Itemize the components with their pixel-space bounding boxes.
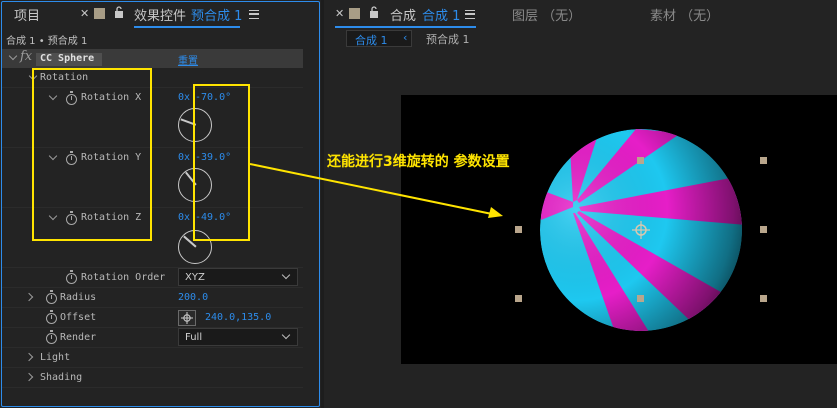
render-select[interactable]: Full	[178, 328, 298, 346]
fx-icon[interactable]: fx	[20, 49, 32, 64]
active-tab-underline	[134, 26, 240, 28]
transform-handle-top[interactable]	[637, 157, 644, 164]
divider	[2, 387, 303, 388]
transform-handle-bottom-left[interactable]	[515, 295, 522, 302]
close-icon[interactable]: ✕	[80, 7, 89, 20]
tab-footage[interactable]: 素材 （无）	[650, 5, 719, 24]
light-label: Light	[40, 352, 71, 363]
chevron-right-icon[interactable]	[24, 372, 34, 382]
transform-handle-top-right[interactable]	[760, 157, 767, 164]
light-group-row[interactable]: Light	[2, 348, 303, 368]
render-label: Render	[60, 332, 97, 343]
tab-composition[interactable]: 合成	[390, 5, 416, 24]
stopwatch-icon[interactable]	[46, 290, 57, 304]
transform-handle-left[interactable]	[515, 226, 522, 233]
panel-menu-icon[interactable]	[465, 10, 475, 19]
chevron-right-icon[interactable]	[24, 292, 34, 302]
annotation-text: 还能进行3维旋转的 参数设置	[327, 154, 510, 170]
transform-handle-right[interactable]	[760, 226, 767, 233]
chevron-right-icon[interactable]	[24, 352, 34, 362]
tab-project[interactable]: 项目	[14, 5, 40, 24]
rotation-x-revolutions[interactable]: 0x	[178, 92, 190, 103]
lock-icon[interactable]	[369, 6, 379, 18]
rotation-z-revolutions[interactable]: 0x	[178, 212, 190, 223]
rotation-order-label: Rotation Order	[81, 272, 166, 283]
effect-controls-panel: 项目 ✕ 效果控件 预合成 1 合成 1 • 预合成 1 fx CC Spher…	[0, 0, 321, 408]
composition-viewer[interactable]	[401, 95, 837, 364]
tab-effect-controls-layer[interactable]: 预合成 1	[191, 5, 242, 24]
close-icon[interactable]: ✕	[335, 7, 344, 20]
radius-value[interactable]: 200.0	[178, 292, 208, 303]
chevron-left-icon: ‹	[403, 31, 408, 44]
rotation-order-value: XYZ	[185, 272, 205, 283]
chevron-down-icon	[281, 330, 291, 340]
active-tab-underline	[335, 26, 476, 28]
tab-composition-name[interactable]: 合成 1	[422, 5, 460, 24]
radius-label: Radius	[60, 292, 97, 303]
breadcrumb-next[interactable]: 预合成 1	[426, 31, 470, 47]
shading-label: Shading	[40, 372, 83, 383]
effect-header-row[interactable]: fx CC Sphere 重置	[2, 49, 303, 68]
stopwatch-icon[interactable]	[46, 310, 57, 324]
lock-icon[interactable]	[114, 6, 124, 18]
chevron-down-icon[interactable]	[8, 51, 18, 61]
transform-handle-bottom-right[interactable]	[760, 295, 767, 302]
tab-layer[interactable]: 图层 （无）	[512, 5, 581, 24]
offset-value[interactable]: 240.0,135.0	[205, 312, 271, 323]
shading-group-row[interactable]: Shading	[2, 368, 303, 388]
panel-menu-icon[interactable]	[249, 10, 259, 19]
offset-label: Offset	[60, 312, 97, 323]
highlight-box-labels	[32, 68, 152, 241]
reset-link[interactable]: 重置	[178, 52, 198, 67]
rotation-y-revolutions[interactable]: 0x	[178, 152, 190, 163]
breadcrumb: 合成 1 • 预合成 1	[6, 36, 88, 47]
crosshair-icon[interactable]	[178, 310, 196, 326]
offset-row: Offset 240.0,135.0	[2, 308, 303, 328]
breadcrumb-active[interactable]: 合成 1 ‹	[346, 30, 412, 47]
tab-effect-controls[interactable]: 效果控件	[134, 5, 186, 24]
render-value: Full	[185, 332, 203, 343]
sphere-render	[540, 129, 742, 331]
breadcrumb-active-label: 合成 1	[355, 34, 388, 47]
transform-handle-bottom[interactable]	[637, 295, 644, 302]
stopwatch-icon[interactable]	[66, 270, 77, 284]
effect-name: CC Sphere	[40, 53, 95, 64]
radius-row: Radius 200.0	[2, 288, 303, 308]
panel-color-icon	[94, 8, 105, 19]
stopwatch-icon[interactable]	[46, 330, 57, 344]
highlight-box-values	[193, 84, 250, 241]
chevron-down-icon	[281, 270, 291, 280]
panel-color-icon	[349, 8, 360, 19]
rotation-order-select[interactable]: XYZ	[178, 268, 298, 286]
